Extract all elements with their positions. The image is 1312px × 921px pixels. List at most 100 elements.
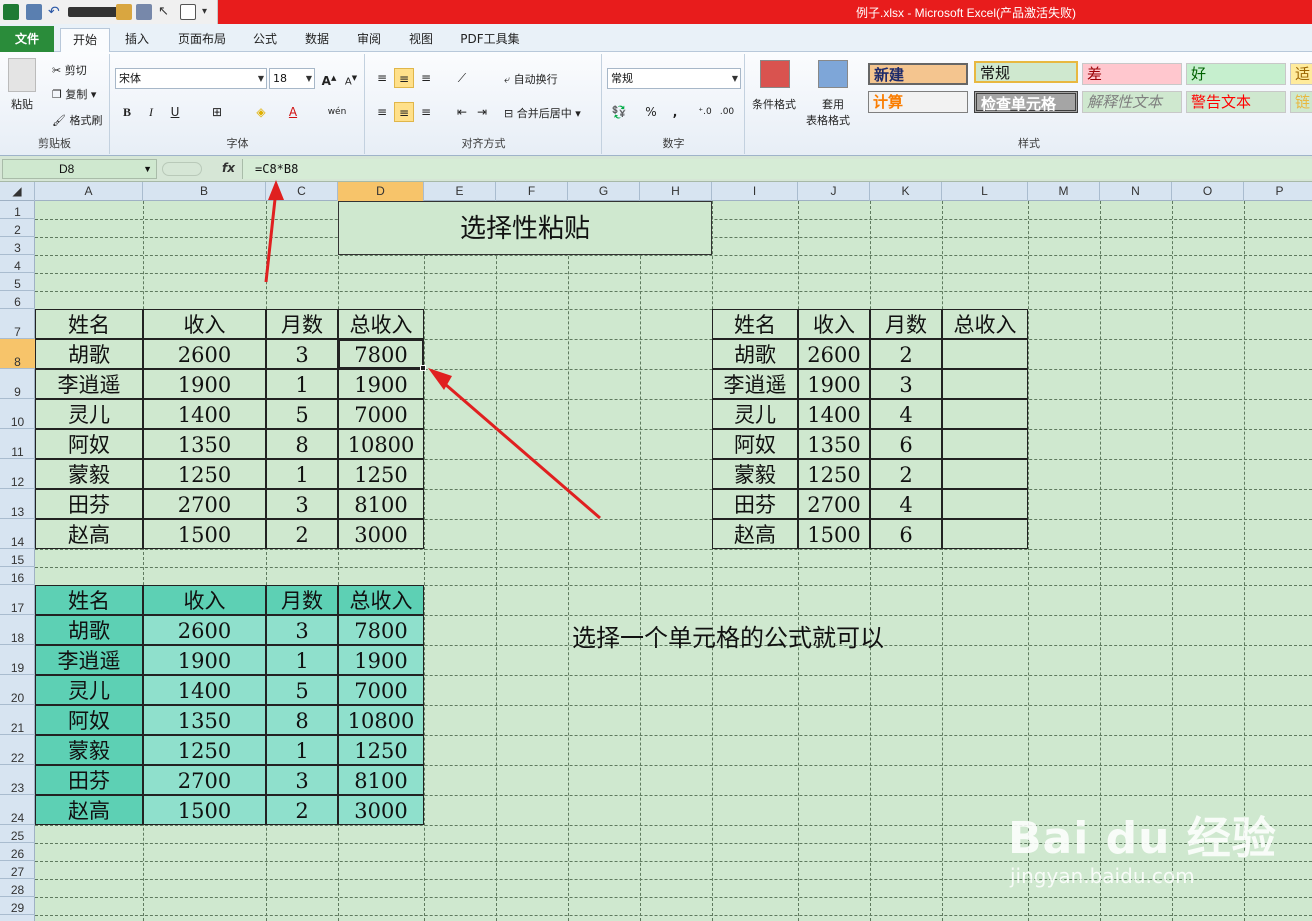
row-header-14[interactable]: 14 [0, 519, 35, 549]
table2-cell[interactable] [942, 519, 1028, 549]
table1-header[interactable]: 收入 [143, 309, 266, 339]
conditional-format-icon[interactable] [760, 60, 790, 88]
row-header-19[interactable]: 19 [0, 645, 35, 675]
table3-cell[interactable]: 1 [266, 735, 338, 765]
table2-cell[interactable] [942, 489, 1028, 519]
row-header-3[interactable]: 3 [0, 237, 35, 255]
table1-cell[interactable]: 1 [266, 369, 338, 399]
row-header-26[interactable]: 26 [0, 843, 35, 861]
row-header-12[interactable]: 12 [0, 459, 35, 489]
fill-handle[interactable] [420, 365, 426, 371]
table1-cell[interactable]: 蒙毅 [35, 459, 143, 489]
italic-icon[interactable]: I [141, 102, 161, 122]
column-header-h[interactable]: H [640, 182, 712, 201]
table3-cell[interactable]: 7000 [338, 675, 424, 705]
insert-function-icon[interactable]: fx [222, 161, 235, 175]
table2-cell[interactable] [942, 369, 1028, 399]
name-box[interactable]: D8 ▼ [2, 159, 157, 179]
table2-header[interactable]: 月数 [870, 309, 942, 339]
table2-cell[interactable]: 灵儿 [712, 399, 798, 429]
shrink-font-icon[interactable]: A▼ [341, 68, 361, 88]
table1-cell[interactable]: 10800 [338, 429, 424, 459]
row-header-28[interactable]: 28 [0, 879, 35, 897]
tab-pdf-tools[interactable]: PDF工具集 [452, 28, 528, 52]
table2-cell[interactable] [942, 459, 1028, 489]
table3-header[interactable]: 月数 [266, 585, 338, 615]
align-left-icon[interactable]: ≡ [372, 102, 392, 122]
table3-cell[interactable]: 2 [266, 795, 338, 825]
table2-cell[interactable]: 2600 [798, 339, 870, 369]
column-header-b[interactable]: B [143, 182, 266, 201]
table3-cell[interactable]: 田芬 [35, 765, 143, 795]
row-header-9[interactable]: 9 [0, 369, 35, 399]
row-header-11[interactable]: 11 [0, 429, 35, 459]
wrap-text-button[interactable]: ⤶ 自动换行 [504, 71, 558, 87]
table-format-label-2[interactable]: 表格格式 [806, 112, 850, 128]
table3-cell[interactable]: 1250 [143, 735, 266, 765]
table3-cell[interactable]: 5 [266, 675, 338, 705]
row-header-16[interactable]: 16 [0, 567, 35, 585]
table3-header[interactable]: 姓名 [35, 585, 143, 615]
format-painter-button[interactable]: 🖌 格式刷 [52, 112, 102, 128]
align-right-icon[interactable]: ≡ [416, 102, 436, 122]
style-check-cell[interactable]: 检查单元格 [974, 91, 1078, 113]
paste-icon[interactable] [8, 58, 36, 92]
phonetic-icon[interactable]: wén [327, 102, 347, 122]
row-header-17[interactable]: 17 [0, 585, 35, 615]
row-header-15[interactable]: 15 [0, 549, 35, 567]
select-all-corner[interactable]: ◢ [0, 182, 35, 201]
row-header-20[interactable]: 20 [0, 675, 35, 705]
table3-cell[interactable]: 1400 [143, 675, 266, 705]
style-warning[interactable]: 警告文本 [1186, 91, 1286, 113]
table2-cell[interactable]: 1350 [798, 429, 870, 459]
table3-cell[interactable]: 3 [266, 765, 338, 795]
align-middle-icon[interactable]: ≡ [394, 68, 414, 88]
style-good[interactable]: 好 [1186, 63, 1286, 85]
style-neutral[interactable]: 适 [1290, 63, 1312, 85]
table2-cell[interactable]: 阿奴 [712, 429, 798, 459]
column-header-n[interactable]: N [1100, 182, 1172, 201]
table1-cell[interactable]: 3000 [338, 519, 424, 549]
row-header-5[interactable]: 5 [0, 273, 35, 291]
table2-cell[interactable]: 蒙毅 [712, 459, 798, 489]
table1-cell[interactable]: 灵儿 [35, 399, 143, 429]
column-header-p[interactable]: P [1244, 182, 1312, 201]
table3-cell[interactable]: 胡歌 [35, 615, 143, 645]
align-center-icon[interactable]: ≡ [394, 102, 414, 122]
table-format-icon[interactable] [818, 60, 848, 88]
table2-header[interactable]: 收入 [798, 309, 870, 339]
customize-toolbar-icon[interactable]: ▾ [202, 4, 212, 20]
table2-cell[interactable]: 4 [870, 489, 942, 519]
merge-center-button[interactable]: ⊟ 合并后居中 ▾ [504, 105, 581, 121]
row-header-24[interactable]: 24 [0, 795, 35, 825]
table2-cell[interactable] [942, 429, 1028, 459]
row-header-4[interactable]: 4 [0, 255, 35, 273]
chart-icon[interactable] [136, 4, 152, 20]
table2-cell[interactable]: 胡歌 [712, 339, 798, 369]
table1-cell[interactable]: 胡歌 [35, 339, 143, 369]
column-header-m[interactable]: M [1028, 182, 1100, 201]
table3-header[interactable]: 收入 [143, 585, 266, 615]
table2-cell[interactable]: 李逍遥 [712, 369, 798, 399]
underline-icon[interactable]: U [165, 102, 185, 122]
table1-cell[interactable]: 阿奴 [35, 429, 143, 459]
table3-cell[interactable]: 阿奴 [35, 705, 143, 735]
open-folder-icon[interactable] [116, 4, 132, 20]
table1-header[interactable]: 月数 [266, 309, 338, 339]
row-header-25[interactable]: 25 [0, 825, 35, 843]
align-bottom-icon[interactable]: ≡ [416, 68, 436, 88]
table1-cell[interactable]: 3 [266, 489, 338, 519]
row-header-21[interactable]: 21 [0, 705, 35, 735]
formula-expand-handle[interactable] [162, 162, 202, 176]
table-format-label-1[interactable]: 套用 [822, 96, 844, 112]
style-new[interactable]: 新建 [868, 63, 968, 85]
table1-cell[interactable]: 2700 [143, 489, 266, 519]
table3-cell[interactable]: 3000 [338, 795, 424, 825]
table2-cell[interactable]: 1900 [798, 369, 870, 399]
table1-header[interactable]: 总收入 [338, 309, 424, 339]
table2-cell[interactable]: 4 [870, 399, 942, 429]
table2-cell[interactable]: 1400 [798, 399, 870, 429]
table2-cell[interactable]: 1250 [798, 459, 870, 489]
table1-cell[interactable]: 1250 [143, 459, 266, 489]
active-cell-selection[interactable] [338, 339, 426, 371]
